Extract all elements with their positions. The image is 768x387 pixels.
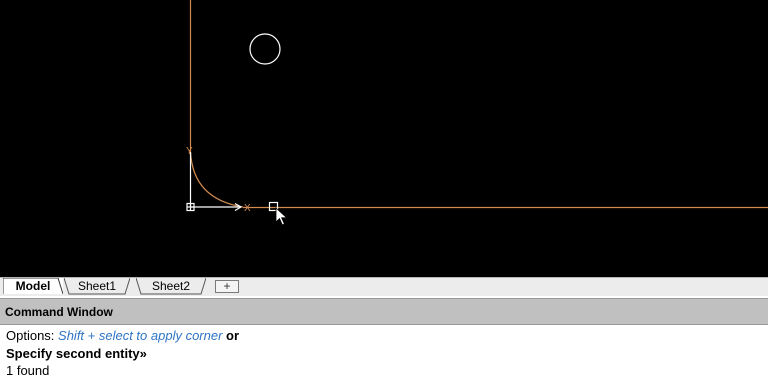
drawing-canvas[interactable]: Y X [0, 0, 768, 277]
layout-tab-bar: Model Sheet1 Sheet2 + [0, 277, 768, 297]
tab-sheet2[interactable]: Sheet2 [136, 278, 206, 295]
shift-select-option-link[interactable]: Shift + select to apply corner [58, 328, 222, 343]
command-window-history[interactable]: Options: Shift + select to apply corner … [0, 325, 768, 387]
command-result-line: 1 found [6, 363, 50, 378]
ucs-y-label: Y [186, 146, 193, 157]
command-window-header[interactable]: Command Window [0, 298, 768, 325]
options-prefix: Options: [6, 328, 59, 343]
tab-sheet1-label: Sheet1 [77, 279, 117, 293]
tab-model-label: Model [15, 279, 51, 293]
circle-entity[interactable] [249, 33, 281, 65]
command-options-line: Options: Shift + select to apply corner … [6, 328, 239, 343]
add-layout-button[interactable]: + [215, 280, 239, 293]
tab-sheet1[interactable]: Sheet1 [64, 278, 130, 295]
ucs-icon [186, 152, 243, 212]
command-prompt-line: Specify second entity» [6, 346, 147, 361]
canvas-drawing: Y X [186, 0, 768, 226]
tab-model[interactable]: Model [3, 278, 63, 295]
ucs-x-label: X [244, 203, 251, 214]
command-window-title: Command Window [5, 305, 113, 319]
fillet-arc-preview [189, 151, 244, 208]
tab-sheet2-label: Sheet2 [151, 279, 191, 293]
options-suffix: or [222, 328, 240, 343]
mouse-cursor-icon [275, 207, 288, 226]
